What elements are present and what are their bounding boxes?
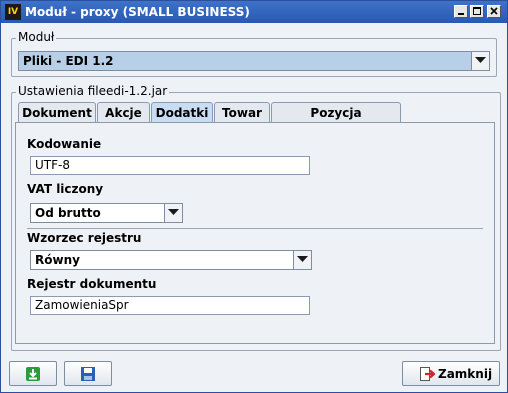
tab-towar[interactable]: Towar bbox=[214, 102, 270, 123]
chevron-down-icon bbox=[297, 256, 308, 262]
import-button[interactable] bbox=[9, 361, 57, 386]
vat-select[interactable]: Od brutto bbox=[30, 203, 183, 223]
minimize-icon bbox=[458, 13, 464, 15]
module-select-value: Pliki - EDI 1.2 bbox=[23, 54, 114, 68]
settings-group-label: Ustawienia fileedi-1.2.jar bbox=[16, 84, 170, 98]
module-window: IV Moduł - proxy (SMALL BUSINESS) Moduł … bbox=[0, 0, 508, 393]
exit-icon bbox=[420, 367, 435, 381]
tab-akcje[interactable]: Akcje bbox=[97, 102, 150, 123]
encoding-label: Kodowanie bbox=[27, 137, 102, 151]
chevron-down-icon bbox=[475, 57, 486, 63]
close-window-button[interactable] bbox=[487, 5, 501, 18]
register-pattern-select-arrow[interactable] bbox=[293, 251, 311, 269]
tab-dokument[interactable]: Dokument bbox=[18, 102, 96, 123]
section-divider bbox=[27, 228, 483, 229]
document-register-label: Rejestr dokumentu bbox=[27, 277, 157, 291]
close-button-label: Zamknij bbox=[438, 367, 493, 381]
maximize-button[interactable] bbox=[470, 5, 484, 18]
save-button[interactable] bbox=[64, 361, 112, 386]
app-icon: IV bbox=[5, 4, 21, 20]
maximize-icon bbox=[473, 7, 481, 15]
vat-select-arrow[interactable] bbox=[164, 204, 182, 222]
tab-dodatki[interactable]: Dodatki bbox=[151, 102, 213, 124]
encoding-input[interactable]: UTF-8 bbox=[30, 156, 310, 175]
register-pattern-select[interactable]: Równy bbox=[30, 250, 312, 270]
window-title: Moduł - proxy (SMALL BUSINESS) bbox=[25, 5, 250, 19]
vat-label: VAT liczony bbox=[27, 182, 104, 196]
close-icon bbox=[490, 7, 498, 15]
module-group-label: Moduł bbox=[16, 30, 57, 44]
close-button[interactable]: Zamknij bbox=[402, 361, 500, 386]
save-icon bbox=[81, 367, 95, 381]
register-pattern-select-value: Równy bbox=[35, 253, 80, 267]
tab-panel-dodatki: Kodowanie UTF-8 VAT liczony Od brutto Wz… bbox=[15, 122, 495, 344]
module-select-arrow[interactable] bbox=[471, 52, 489, 70]
register-pattern-label: Wzorzec rejestru bbox=[27, 231, 142, 245]
download-icon bbox=[26, 367, 40, 381]
vat-select-value: Od brutto bbox=[35, 206, 101, 220]
minimize-button[interactable] bbox=[454, 5, 468, 18]
chevron-down-icon bbox=[168, 209, 179, 215]
tab-pozycja-dokumentu[interactable]: Pozycja dokumentu bbox=[271, 102, 401, 140]
document-register-input[interactable]: ZamowieniaSpr bbox=[30, 296, 310, 315]
module-select[interactable]: Pliki - EDI 1.2 bbox=[18, 51, 490, 71]
title-bar[interactable]: IV Moduł - proxy (SMALL BUSINESS) bbox=[1, 1, 507, 23]
